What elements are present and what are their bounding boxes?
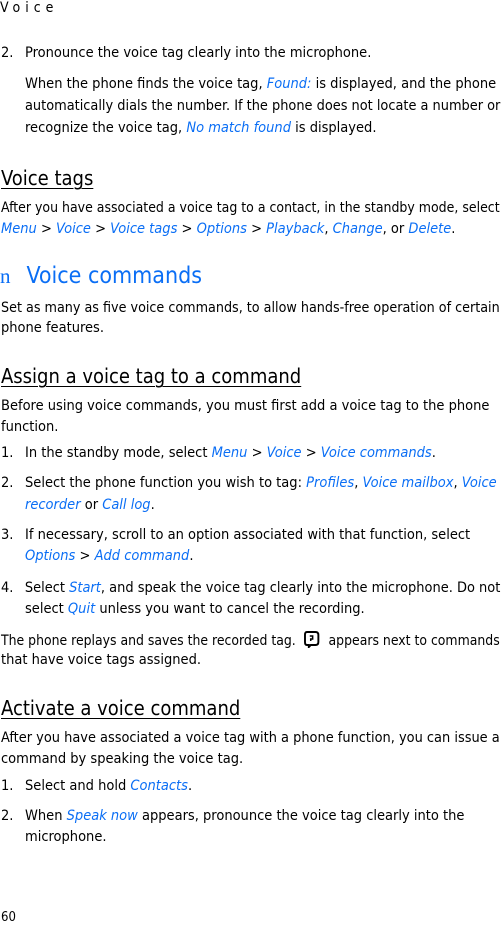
assign-step-3-line-2: Options > Add command.	[25, 548, 194, 564]
intro-paragraph-line-3: recognize the voice tag, No match found …	[25, 120, 377, 136]
activate-step-2-line-1: 2. When Speak now appears, pronounce the …	[1, 808, 465, 824]
no-match-found-label: No match found	[186, 120, 291, 136]
activate-paragraph-line-2: command by speaking the voice tag.	[1, 751, 244, 767]
heading-voice-commands: n Voice commands	[0, 263, 203, 289]
menu-path-voice-tags: Voice tags	[110, 221, 178, 237]
voice-tag-icon	[304, 630, 321, 650]
found-label: Found:	[266, 76, 312, 92]
assign-step-3-line-1: 3. If necessary, scroll to an option asso…	[1, 527, 471, 543]
activate-step-1: 1. Select and hold Contacts.	[1, 778, 193, 794]
assign-step-1: 1. In the standby mode, select Menu > Voi…	[1, 445, 436, 461]
heading-assign-voice-tag: Assign a voice tag to a command	[1, 364, 302, 388]
section-bullet: n	[0, 264, 11, 288]
assign-step-4-line-2: select Quit unless you want to cancel th…	[25, 601, 365, 617]
menu-path-voice: Voice	[56, 221, 91, 237]
manual-page: Voice 2. Pronounce the voice tag clearly …	[0, 0, 501, 925]
heading-voice-tags: Voice tags	[1, 166, 94, 190]
heading-activate-voice-command: Activate a voice command	[1, 696, 241, 720]
assign-step-4-line-1: 4. Select Start, and speak the voice tag …	[1, 580, 501, 596]
activate-step-2-line-2: microphone.	[25, 829, 107, 845]
intro-step-2: 2. Pronounce the voice tag clearly into t…	[1, 45, 372, 61]
running-head: Voice	[0, 0, 59, 16]
intro-paragraph-line-1: When the phone finds the voice tag, Foun…	[25, 76, 497, 92]
voice-commands-line-1: Set as many as five voice commands, to a…	[1, 300, 500, 316]
intro-paragraph-line-2: automatically dials the number. If the p…	[25, 98, 501, 114]
assign-after-line-2: that have voice tags assigned.	[1, 652, 201, 668]
assign-step-2-line-2: recorder or Call log.	[25, 497, 155, 513]
menu-path-menu: Menu	[1, 221, 37, 237]
voice-tags-menu-path: Menu > Voice > Voice tags > Options > Pl…	[1, 221, 456, 237]
voice-tags-line-1: After you have associated a voice tag to…	[1, 200, 500, 216]
voice-commands-line-2: phone features.	[1, 320, 104, 336]
assign-paragraph-line-1: Before using voice commands, you must fi…	[1, 398, 490, 414]
menu-path-playback: Playback	[266, 221, 325, 237]
assign-step-2-line-1: 2. Select the phone function you wish to …	[1, 475, 497, 491]
page-number: 60	[1, 910, 16, 925]
assign-after-line-1: The phone replays and saves the recorded…	[1, 630, 500, 650]
menu-path-change: Change	[332, 221, 383, 237]
assign-paragraph-line-2: function.	[1, 419, 59, 435]
activate-paragraph-line-1: After you have associated a voice tag wi…	[1, 730, 500, 746]
menu-path-delete: Delete	[408, 221, 452, 237]
menu-path-options: Options	[196, 221, 247, 237]
